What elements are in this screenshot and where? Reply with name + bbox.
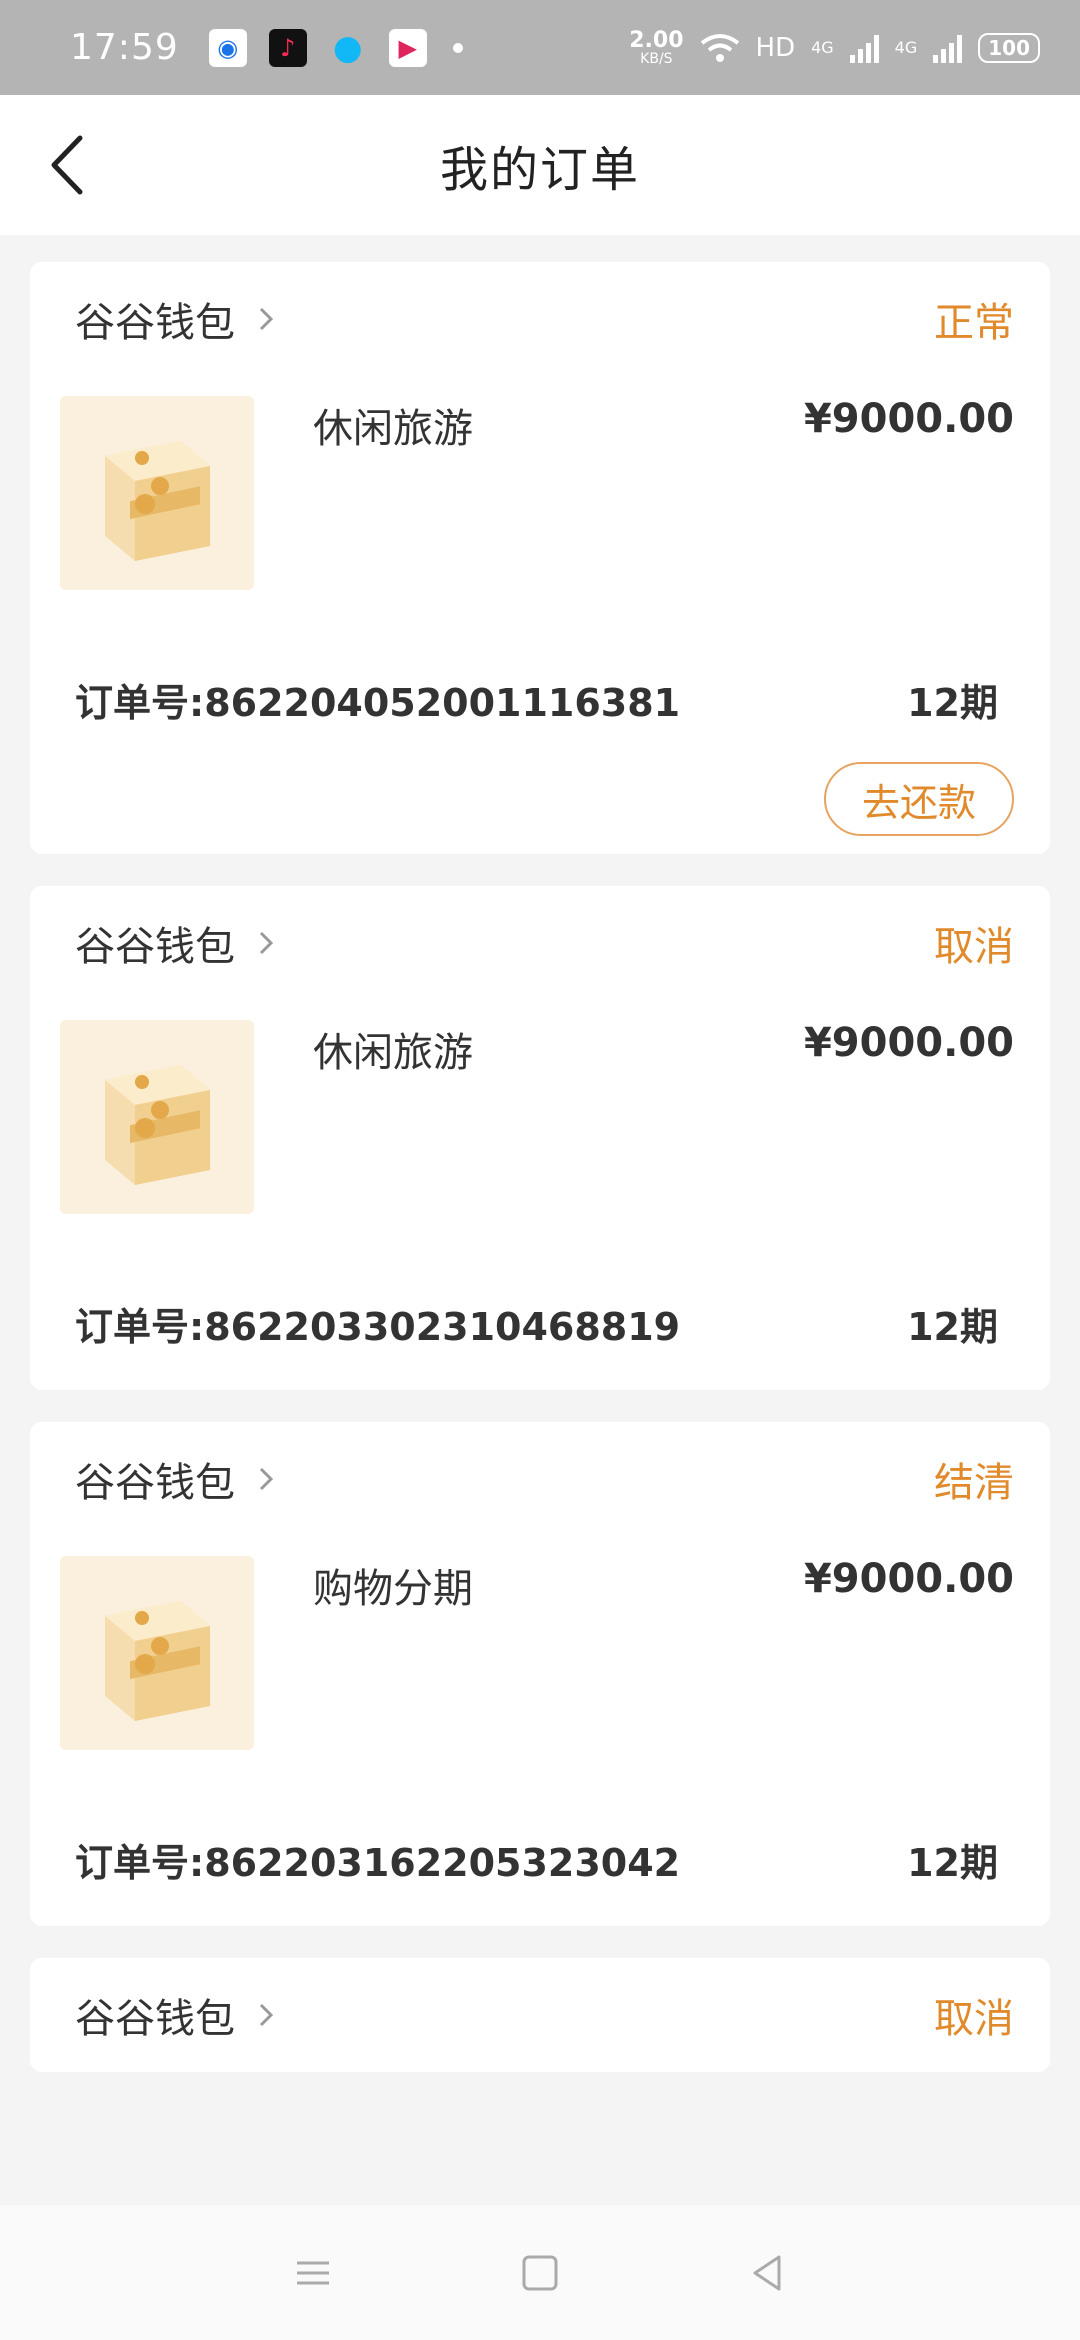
order-number: 订单号:862203162205323042	[75, 1840, 681, 1885]
status-bar: 17:59 ◉ ♪ ● ▶ 2.00 KB/S HD 4G 4G 100	[0, 0, 1080, 95]
more-notifications-dot	[452, 42, 463, 53]
order-meta: 订单号:862204052001116381 12期	[75, 654, 1014, 744]
chevron-right-icon[interactable]	[251, 304, 281, 334]
video-app-icon: ▶	[388, 28, 427, 67]
order-status: 取消	[934, 1996, 1014, 2042]
product-name: 休闲旅游	[313, 406, 473, 452]
order-meta: 订单号:862203302310468819 12期	[75, 1278, 1014, 1368]
page-title: 我的订单	[439, 142, 640, 198]
order-card-header: 谷谷钱包 正常	[75, 262, 1014, 376]
tiktok-app-icon: ♪	[268, 28, 307, 67]
shop-name[interactable]: 谷谷钱包	[75, 1450, 235, 1508]
installment-period: 12期	[907, 1840, 998, 1885]
status-time: 17:59	[70, 27, 179, 68]
product-row: 购物分期 ¥9000.00	[60, 1536, 1014, 1750]
installment-period: 12期	[907, 1304, 998, 1349]
signal-icon-2	[933, 33, 963, 63]
installment-period: 12期	[907, 680, 998, 725]
repay-button[interactable]: 去还款	[823, 762, 1014, 836]
chevron-right-icon[interactable]	[251, 2000, 281, 2030]
signal-4g-label-2: 4G	[894, 38, 918, 57]
order-status: 正常	[934, 300, 1014, 346]
battery-icon: 100	[978, 32, 1040, 63]
coin-box-icon	[105, 1601, 210, 1721]
order-card-header: 谷谷钱包 取消	[75, 886, 1014, 1000]
order-status: 取消	[934, 924, 1014, 970]
qq-app-icon: ●	[332, 27, 363, 68]
order-card-header: 谷谷钱包 取消	[75, 1958, 1014, 2072]
home-square-icon[interactable]	[510, 2243, 570, 2303]
network-speed: 2.00 KB/S	[629, 27, 684, 67]
signal-icon-1	[849, 33, 879, 63]
product-price: ¥9000.00	[803, 1020, 1014, 1066]
order-number: 订单号:862203302310468819	[75, 1304, 681, 1349]
order-meta: 订单号:862203162205323042 12期	[75, 1814, 1014, 1904]
order-list: 谷谷钱包 正常 休闲旅游 ¥9000.00 订单号:86220405200111	[30, 262, 1050, 2104]
shop-name[interactable]: 谷谷钱包	[75, 1986, 235, 2044]
order-card-footer: 去还款	[75, 744, 1014, 854]
notification-icons: ◉ ♪ ● ▶	[208, 27, 463, 68]
product-price: ¥9000.00	[803, 1556, 1014, 1602]
order-status: 结清	[934, 1460, 1014, 1506]
order-card[interactable]: 谷谷钱包 取消	[30, 1958, 1050, 2072]
shop-name[interactable]: 谷谷钱包	[75, 914, 235, 972]
order-card[interactable]: 谷谷钱包 结清 购物分期 ¥9000.00 订单号:86220316220532	[30, 1422, 1050, 1926]
browser-app-icon: ◉	[208, 28, 247, 67]
signal-4g-label-1: 4G	[811, 38, 834, 57]
hd-label: HD	[755, 32, 796, 63]
product-price: ¥9000.00	[803, 396, 1014, 442]
chevron-right-icon[interactable]	[251, 928, 281, 958]
product-name: 购物分期	[313, 1566, 473, 1612]
coin-box-icon	[105, 441, 210, 561]
product-name: 休闲旅游	[313, 1030, 473, 1076]
order-number: 订单号:862204052001116381	[75, 680, 681, 725]
product-thumbnail	[60, 396, 254, 590]
back-arrow-icon[interactable]	[40, 130, 110, 200]
product-thumbnail	[60, 1556, 254, 1750]
order-card[interactable]: 谷谷钱包 取消 休闲旅游 ¥9000.00 订单号:86220330231046	[30, 886, 1050, 1390]
wifi-icon	[700, 33, 739, 62]
back-triangle-icon[interactable]	[737, 2243, 797, 2303]
system-nav-bar	[0, 2205, 1080, 2340]
product-thumbnail	[60, 1020, 254, 1214]
product-row: 休闲旅游 ¥9000.00	[60, 1000, 1014, 1214]
order-card-header: 谷谷钱包 结清	[75, 1422, 1014, 1536]
chevron-right-icon[interactable]	[251, 1464, 281, 1494]
menu-icon[interactable]	[283, 2243, 343, 2303]
coin-box-icon	[105, 1065, 210, 1185]
order-card[interactable]: 谷谷钱包 正常 休闲旅游 ¥9000.00 订单号:86220405200111	[30, 262, 1050, 854]
product-row: 休闲旅游 ¥9000.00	[60, 376, 1014, 590]
shop-name[interactable]: 谷谷钱包	[75, 290, 235, 348]
app-header: 我的订单	[0, 95, 1080, 235]
